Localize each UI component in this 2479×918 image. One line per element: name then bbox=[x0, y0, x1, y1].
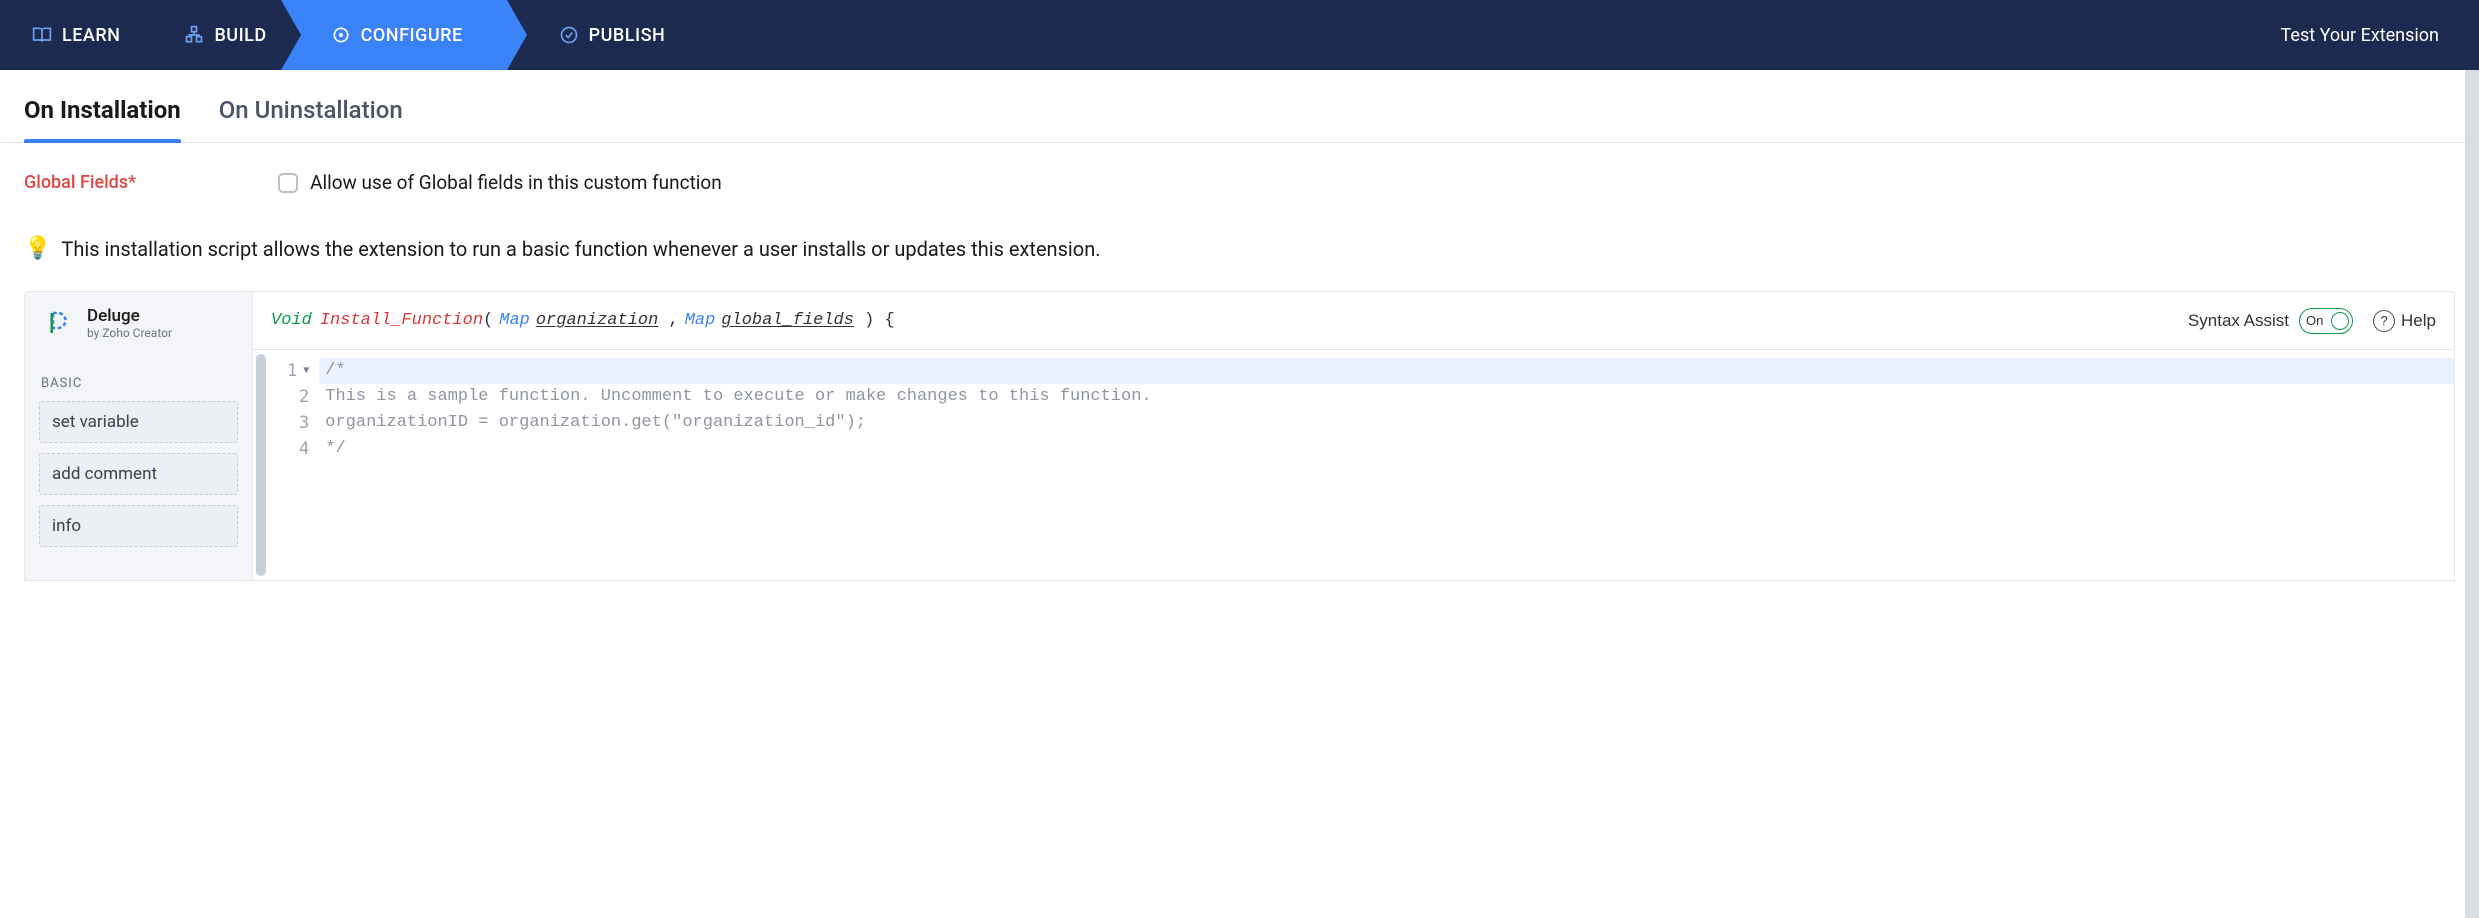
sig-param-name: organization bbox=[536, 311, 658, 330]
subtab-on-installation[interactable]: On Installation bbox=[24, 96, 181, 142]
nav-tab-publish[interactable]: PUBLISH bbox=[507, 0, 698, 70]
snippet-list: set variable add comment info bbox=[25, 401, 252, 547]
test-extension-label: Test Your Extension bbox=[2281, 25, 2439, 46]
line-number: 2 bbox=[299, 384, 309, 410]
book-icon bbox=[32, 25, 52, 45]
fold-down-icon[interactable]: ▼ bbox=[303, 358, 309, 384]
code-line[interactable]: This is a sample function. Uncomment to … bbox=[319, 384, 2454, 410]
nav-spacer bbox=[697, 0, 2280, 70]
global-fields-checkbox-label: Allow use of Global fields in this custo… bbox=[310, 171, 722, 194]
subtab-label: On Uninstallation bbox=[219, 96, 403, 124]
code-line[interactable]: /* bbox=[319, 358, 2454, 384]
global-fields-row: Global Fields* Allow use of Global field… bbox=[24, 171, 2455, 194]
nav-tab-label: BUILD bbox=[214, 25, 266, 46]
target-icon bbox=[331, 25, 351, 45]
editor-vertical-scrollbar[interactable] bbox=[256, 354, 266, 576]
global-fields-checkbox[interactable] bbox=[278, 173, 298, 193]
editor-brand-name: Deluge bbox=[87, 306, 172, 326]
nav-tab-learn[interactable]: LEARN bbox=[0, 0, 152, 70]
global-fields-label: Global Fields* bbox=[24, 172, 136, 193]
snippet-info[interactable]: info bbox=[39, 505, 238, 547]
top-nav: LEARN BUILD CONFIGURE PUBLISH Test Your … bbox=[0, 0, 2479, 70]
editor-brand: Deluge by Zoho Creator bbox=[25, 292, 252, 354]
required-marker: * bbox=[128, 172, 136, 193]
code-content[interactable]: /* This is a sample function. Uncomment … bbox=[319, 350, 2454, 580]
hint-text: This installation script allows the exte… bbox=[61, 237, 1100, 261]
nav-tab-label: PUBLISH bbox=[589, 25, 666, 46]
subtab-label: On Installation bbox=[24, 96, 181, 124]
deluge-logo-icon bbox=[41, 306, 75, 340]
syntax-assist-label: Syntax Assist bbox=[2188, 311, 2289, 331]
snippet-category: BASIC bbox=[25, 354, 252, 401]
subtab-on-uninstallation[interactable]: On Uninstallation bbox=[219, 96, 403, 142]
global-fields-label-text: Global Fields bbox=[24, 172, 128, 193]
line-number: 1 bbox=[287, 358, 297, 384]
blocks-icon bbox=[184, 25, 204, 45]
toggle-state-label: On bbox=[2306, 313, 2323, 328]
hint-row: 💡 This installation script allows the ex… bbox=[24, 236, 2455, 261]
line-gutter: 1▼ 2 3 4 bbox=[269, 350, 319, 580]
code-editor: Deluge by Zoho Creator BASIC set variabl… bbox=[24, 291, 2455, 581]
syntax-assist: Syntax Assist On bbox=[2188, 308, 2353, 334]
help-button[interactable]: ? Help bbox=[2373, 310, 2436, 332]
nav-tab-label: CONFIGURE bbox=[361, 25, 463, 46]
editor-header-right: Syntax Assist On ? Help bbox=[2188, 308, 2436, 334]
test-extension-link[interactable]: Test Your Extension bbox=[2281, 0, 2439, 70]
snippet-add-comment[interactable]: add comment bbox=[39, 453, 238, 495]
code-line[interactable]: organizationID = organization.get("organ… bbox=[319, 410, 2454, 436]
sig-function-name: Install_Function bbox=[320, 311, 483, 330]
line-number: 3 bbox=[299, 410, 309, 436]
function-signature: Void Install_Function ( Map organization… bbox=[253, 292, 2454, 350]
snippet-set-variable[interactable]: set variable bbox=[39, 401, 238, 443]
subtabs: On Installation On Uninstallation bbox=[0, 70, 2479, 143]
global-fields-checkbox-wrap[interactable]: Allow use of Global fields in this custo… bbox=[278, 171, 722, 194]
line-number: 4 bbox=[299, 436, 309, 462]
editor-brand-subtitle: by Zoho Creator bbox=[87, 326, 172, 340]
sig-comma: , bbox=[658, 311, 678, 330]
nav-tab-configure[interactable]: CONFIGURE bbox=[281, 0, 507, 70]
editor-sidebar: Deluge by Zoho Creator BASIC set variabl… bbox=[25, 292, 253, 580]
syntax-assist-toggle[interactable]: On bbox=[2299, 308, 2353, 334]
code-line[interactable]: */ bbox=[319, 436, 2454, 462]
code-area[interactable]: 1▼ 2 3 4 /* This is a sample function. U… bbox=[253, 350, 2454, 580]
help-label: Help bbox=[2401, 311, 2436, 331]
page-vertical-scrollbar[interactable] bbox=[2465, 70, 2479, 918]
sig-param-type: Map bbox=[499, 311, 530, 330]
question-circle-icon: ? bbox=[2373, 310, 2395, 332]
nav-tab-label: LEARN bbox=[62, 25, 120, 46]
editor-main: Void Install_Function ( Map organization… bbox=[253, 292, 2454, 580]
sig-open-paren: ( bbox=[483, 311, 493, 330]
top-nav-items: LEARN BUILD CONFIGURE PUBLISH bbox=[0, 0, 697, 70]
sig-param-type: Map bbox=[685, 311, 716, 330]
check-circle-icon bbox=[559, 25, 579, 45]
toggle-knob bbox=[2331, 312, 2349, 330]
sig-param-name: global_fields bbox=[721, 311, 854, 330]
nav-tab-build[interactable]: BUILD bbox=[152, 0, 298, 70]
sig-return-type: Void bbox=[271, 311, 312, 330]
sig-close: ) { bbox=[854, 311, 895, 330]
page-body: Global Fields* Allow use of Global field… bbox=[0, 143, 2479, 581]
lightbulb-icon: 💡 bbox=[24, 236, 51, 261]
